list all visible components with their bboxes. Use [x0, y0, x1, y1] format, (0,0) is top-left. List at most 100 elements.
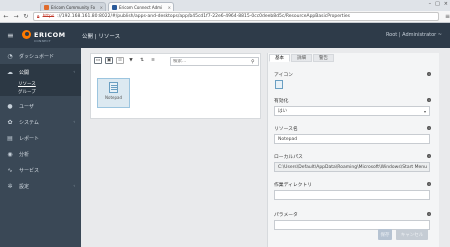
browser-tab-title: Ericom Community Fo [51, 4, 96, 10]
search-input[interactable] [173, 59, 251, 64]
logo-subtitle: CONNECT [34, 39, 51, 43]
browser-tab[interactable]: Ericom Community Fo × [40, 2, 106, 11]
hamburger-menu-icon[interactable]: ≡ [7, 31, 14, 40]
browser-tab-active[interactable]: Ericom Connect Admi × [108, 2, 174, 11]
sidebar-item-analytics[interactable]: ◉ 分析 [0, 146, 81, 162]
browser-tab-bar: Ericom Community Fo × Ericom Connect Adm… [0, 0, 450, 11]
address-bar[interactable]: 🔒︎ https://192.168.161.80:8022/#/publish… [32, 12, 439, 21]
enabled-select[interactable]: はい ▾ [274, 106, 430, 116]
sidebar-item-label: 分析 [19, 151, 30, 158]
resource-toolbar: ▭ ▣ ⊠ ▼ ⇅ ≡ [94, 57, 157, 64]
sidebar-item-services[interactable]: ∿ サービス [0, 162, 81, 178]
back-icon[interactable]: ← [3, 13, 9, 20]
document-icon: ▤ [7, 134, 13, 142]
window-close-icon[interactable]: × [444, 1, 448, 7]
delete-icon[interactable]: ⊠ [116, 57, 124, 64]
cancel-button[interactable]: キャンセル [396, 229, 428, 240]
cloud-icon: ☁ [7, 68, 13, 76]
chevron-down-icon: ▾ [423, 108, 426, 114]
working-dir-label: 作業ディレクトリ [274, 183, 313, 188]
add-desktop-icon[interactable]: ▣ [105, 57, 113, 64]
search-icon[interactable]: ⚲ [251, 59, 255, 65]
dashboard-icon: ◔ [7, 52, 13, 60]
sidebar-item-label: ユーザ [19, 103, 34, 110]
local-path-field[interactable]: C:\Users\Default\AppData\Roaming\Microso… [274, 162, 430, 172]
url-text: ://192.168.161.80:8022/#/publish/apps-an… [57, 14, 350, 19]
sidebar-item-label: サービス [19, 167, 40, 174]
sidebar-subitem-groups[interactable]: グループ [0, 88, 81, 96]
browser-tab-title: Ericom Connect Admi [119, 4, 163, 10]
browser-menu-icon[interactable]: ≡ [445, 13, 450, 20]
logo-text: ERICOM [34, 30, 66, 39]
sidebar-item-label: 設定 [19, 183, 30, 190]
sidebar-subitem-resources[interactable]: リソース [0, 80, 81, 88]
breadcrumb: 公開 | リソース [82, 34, 121, 40]
sidebar-item-label: 公開 [19, 69, 30, 76]
gear-icon: ✿ [7, 118, 13, 126]
ericom-favicon-icon [44, 4, 49, 10]
info-icon[interactable]: i [427, 72, 431, 76]
add-app-icon[interactable]: ▭ [94, 57, 102, 64]
filter-icon[interactable]: ▼ [127, 57, 135, 64]
sidebar-item-label: ダッシュボード [19, 53, 55, 60]
url-scheme: https [42, 14, 55, 19]
params-label: パラメータ [274, 213, 298, 218]
sidebar-item-settings[interactable]: ✲ 設定 ‹ [0, 178, 81, 194]
tab-close-icon[interactable]: × [168, 5, 171, 10]
info-icon[interactable]: i [427, 154, 431, 158]
window-controls: – □ × [429, 1, 448, 7]
resource-tile-notepad[interactable]: Notepad [97, 78, 130, 108]
sidebar: ◔ ダッシュボード ☁ 公開 ‹ リソース グループ ● ユーザ ✿ システム … [0, 48, 81, 247]
sidebar-item-dashboard[interactable]: ◔ ダッシュボード [0, 48, 81, 64]
info-icon[interactable]: i [427, 126, 431, 130]
properties-body: アイコン i 有効化 i はい ▾ リソース名 i Notepad ローカルパス… [268, 63, 440, 231]
resource-list-panel: ▭ ▣ ⊠ ▼ ⇅ ≡ ⚲ Notepad [90, 53, 261, 119]
expand-chevron-icon[interactable]: ‹ [73, 183, 75, 188]
sidebar-item-users[interactable]: ● ユーザ [0, 98, 81, 114]
working-dir-field[interactable] [274, 190, 430, 200]
resource-name-field[interactable]: Notepad [274, 134, 430, 144]
expand-chevron-icon[interactable]: ‹ [73, 119, 75, 124]
ericom-logo: ERICOM [22, 30, 66, 39]
properties-tabs: 基本 詳細 警告 [269, 54, 334, 62]
ericom-logo-icon [22, 30, 31, 39]
local-path-value: C:\Users\Default\AppData\Roaming\Microso… [278, 164, 427, 170]
pulse-icon: ∿ [7, 166, 13, 174]
sidebar-item-reports[interactable]: ▤ レポート [0, 130, 81, 146]
properties-panel: 基本 詳細 警告 アイコン i 有効化 i はい ▾ リソース名 i Notep… [267, 53, 439, 247]
tab-alerts[interactable]: 警告 [313, 54, 334, 62]
user-icon: ● [7, 102, 13, 110]
tab-close-icon[interactable]: × [100, 5, 103, 10]
collapse-chevron-icon[interactable]: ‹ [73, 69, 75, 74]
icon-label: アイコン [274, 73, 293, 78]
sort-icon[interactable]: ⇅ [138, 57, 146, 64]
save-button[interactable]: 保存 [378, 229, 392, 240]
forward-icon[interactable]: → [13, 13, 19, 20]
minimize-icon[interactable]: – [429, 1, 432, 7]
sidebar-item-publish[interactable]: ☁ 公開 ‹ [0, 64, 81, 80]
settings-icon: ✲ [7, 182, 13, 190]
resource-name-label: リソース名 [274, 127, 298, 132]
notepad-icon [109, 82, 118, 93]
resource-name-value: Notepad [278, 136, 298, 142]
search-box: ⚲ [170, 57, 259, 66]
globe-icon: ◉ [7, 150, 13, 158]
enabled-value: はい [278, 109, 287, 114]
insecure-lock-icon: 🔒︎ [36, 13, 40, 20]
enabled-label: 有効化 [274, 99, 289, 104]
reload-icon[interactable]: ↻ [23, 13, 29, 20]
local-path-label: ローカルパス [274, 155, 303, 160]
info-icon[interactable]: i [427, 182, 431, 186]
tab-basic[interactable]: 基本 [269, 54, 290, 62]
sidebar-item-system[interactable]: ✿ システム ‹ [0, 114, 81, 130]
ericom-favicon-icon [112, 4, 117, 10]
tab-advanced[interactable]: 詳細 [291, 54, 312, 62]
user-menu[interactable]: Root | Administrator ~ [386, 32, 442, 38]
sidebar-item-label: システム [19, 119, 39, 126]
list-view-icon[interactable]: ≡ [149, 57, 157, 64]
info-icon[interactable]: i [427, 212, 431, 216]
info-icon[interactable]: i [427, 98, 431, 102]
maximize-icon[interactable]: □ [435, 1, 440, 7]
app-header: ≡ ERICOM CONNECT 公開 | リソース Root | Admini… [0, 23, 450, 48]
resource-icon-thumbnail[interactable] [275, 80, 283, 89]
